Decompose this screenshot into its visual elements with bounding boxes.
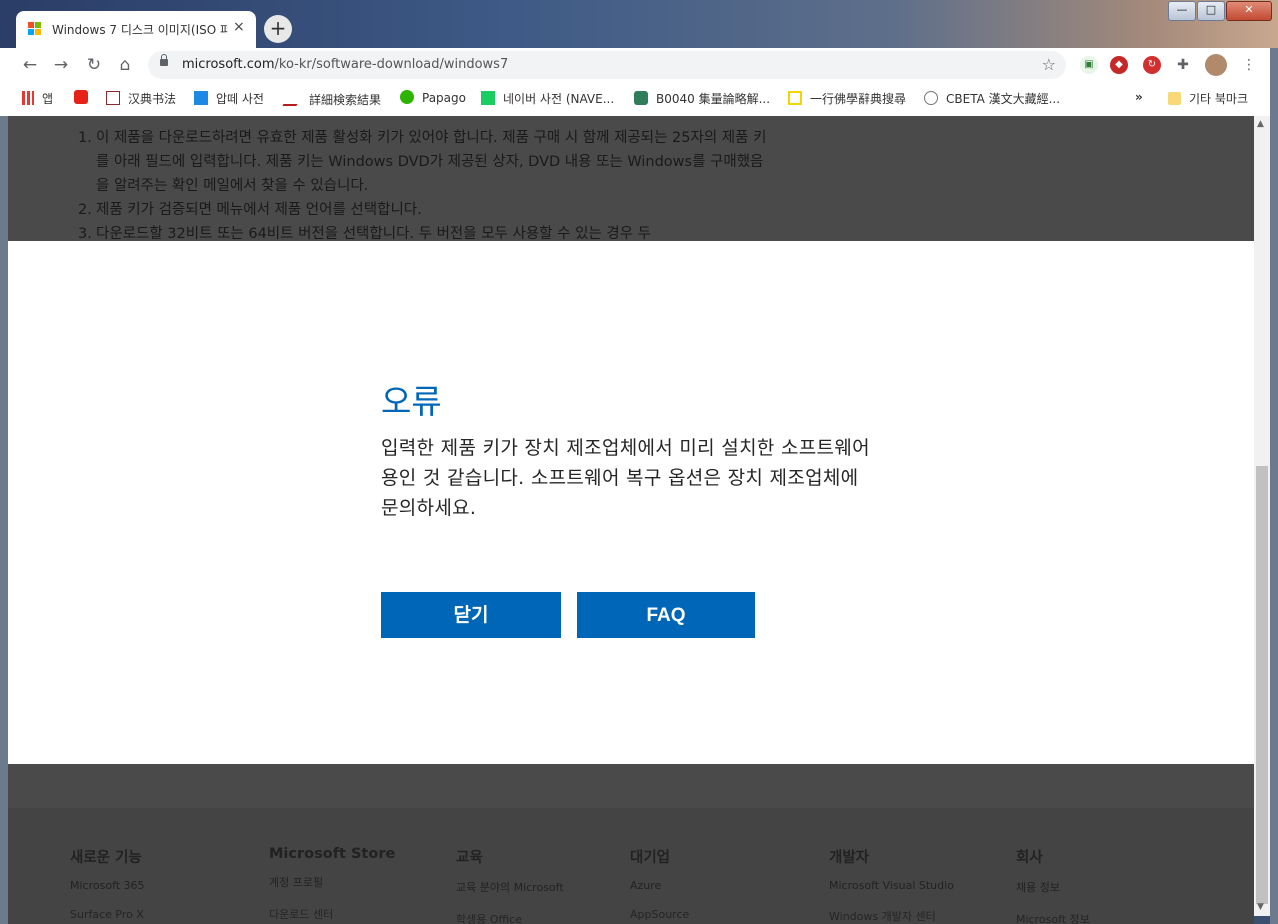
footer-link[interactable]: Surface Pro X [70,908,145,921]
extension-green-icon[interactable]: ▣ [1080,56,1098,74]
instruction-item: 2. 제품 키가 검증되면 메뉴에서 제품 언어를 선택합니다. [78,202,422,218]
tab-strip: Windows 7 디스크 이미지(ISO 파일) 다운로드 × + — □ ✕ [0,0,1278,48]
instruction-item: 1. 이 제품을 다운로드하려면 유효한 제품 활성화 키가 있어야 합니다. 제… [78,130,767,194]
back-button[interactable]: ← [19,54,41,76]
bookmarks-overflow-button[interactable]: » [1135,90,1143,108]
bookmark-other-folder[interactable]: 기타 북마크 [1168,90,1248,108]
dialog-message: 입력한 제품 키가 장치 제조업체에서 미리 설치한 소프트웨어용인 것 같습니… [381,437,870,519]
gear-green-icon [634,91,648,105]
footer-column: 대기업 Azure AppSource [630,846,689,921]
footer-heading: 교육 [456,850,483,866]
footer-column: 개발자 Microsoft Visual Studio Windows 개발자 … [829,846,954,924]
dimmed-background-text: 1. 이 제품을 다운로드하려면 유효한 제품 활성화 키가 있어야 합니다. 제… [8,116,1254,241]
footer-column: 교육 교육 분야의 Microsoft 학생용 Office [456,846,564,924]
minimize-button[interactable]: — [1168,1,1196,21]
reload-button[interactable]: ↻ [83,54,105,76]
footer-heading: Microsoft Store [269,846,396,862]
forward-button[interactable]: → [50,54,72,76]
footer-link[interactable]: Microsoft 365 [70,879,145,892]
profile-avatar[interactable] [1205,54,1227,76]
footer-column: 새로운 기능 Microsoft 365 Surface Pro X [70,846,145,921]
close-button[interactable]: 닫기 [381,592,561,638]
footer-heading: 새로운 기능 [70,850,142,866]
maximize-button[interactable]: □ [1197,1,1225,21]
extensions-puzzle-icon[interactable]: ✚ [1174,56,1192,74]
footer-link[interactable]: 채용 정보 [1016,879,1090,895]
window-close-button[interactable]: ✕ [1226,1,1272,21]
zdic-icon [106,91,120,105]
search-result-icon [282,90,306,106]
bookmark-detail-search[interactable]: 詳細検索結果 [282,90,381,108]
extension-red-icon[interactable]: ◆ [1110,56,1128,74]
page-content: 1. 이 제품을 다운로드하려면 유효한 제품 활성화 키가 있어야 합니다. 제… [8,116,1254,924]
address-bar[interactable]: microsoft.com/ko-kr/software-download/wi… [148,51,1066,79]
bookmark-star-icon[interactable]: ☆ [1042,55,1056,74]
footer-link[interactable]: 다운로드 센터 [269,906,395,922]
footer-heading: 대기업 [630,850,671,866]
vertical-scrollbar[interactable]: ▲ ▼ [1254,116,1270,916]
globe-icon [924,91,938,105]
error-dialog: 오류 입력한 제품 키가 장치 제조업체에서 미리 설치한 소프트웨어용인 것 … [8,241,1254,764]
instructions-list: 1. 이 제품을 다운로드하려면 유효한 제품 활성화 키가 있어야 합니다. 제… [78,126,768,241]
tab-title: Windows 7 디스크 이미지(ISO 파일) 다운로드 [52,23,228,37]
scroll-down-icon[interactable]: ▼ [1257,902,1264,912]
bookmark-zdic[interactable]: 汉典书法 [106,90,176,108]
papago-icon [400,90,414,104]
footer-link[interactable]: Azure [630,879,689,892]
apps-grid-icon [22,91,34,105]
footer-link[interactable]: Windows 개발자 센터 [829,908,954,924]
dialog-title: 오류 [381,382,442,421]
active-tab[interactable]: Windows 7 디스크 이미지(ISO 파일) 다운로드 × [16,11,256,48]
footer-link[interactable]: Microsoft 정보 [1016,911,1090,924]
lock-icon [160,54,168,66]
footer-link[interactable]: AppSource [630,908,689,921]
bookmarks-bar: 앱 汉典书法 압떼 사전 詳細検索結果 Papago 네이버 사전 (NAVE.… [0,82,1278,117]
bookmark-naver[interactable]: 네이버 사전 (NAVE... [481,90,614,108]
window-frame-left [0,116,8,924]
naver-icon [481,91,495,105]
footer-link[interactable]: 교육 분야의 Microsoft [456,879,564,895]
footer-link[interactable]: 계정 프로필 [269,874,395,890]
bookmark-papago[interactable]: Papago [400,90,466,108]
menu-kebab-icon[interactable]: ⋮ [1240,56,1258,74]
new-tab-button[interactable]: + [264,15,292,43]
faq-button[interactable]: FAQ [577,592,755,638]
footer-heading: 회사 [1016,850,1043,866]
yellow-symbol-icon [788,91,802,105]
footer-heading: 개발자 [829,850,870,866]
microsoft-logo-icon [28,22,42,36]
youtube-icon [74,90,88,104]
blue-square-icon [194,91,208,105]
footer-column: 회사 채용 정보 Microsoft 정보 [1016,846,1090,924]
scrollbar-thumb[interactable] [1256,466,1268,904]
url-text: microsoft.com/ko-kr/software-download/wi… [182,57,508,72]
bookmark-youtube[interactable] [74,90,96,108]
bookmark-cbeta[interactable]: CBETA 漢文大藏經... [924,90,1060,108]
browser-toolbar: ← → ↻ ⌂ microsoft.com/ko-kr/software-dow… [0,48,1278,82]
folder-icon [1168,92,1181,105]
bookmark-apps[interactable]: 앱 [22,90,53,108]
tab-close-icon[interactable]: × [233,19,245,35]
browser-window: Windows 7 디스크 이미지(ISO 파일) 다운로드 × + — □ ✕… [0,0,1278,924]
window-frame-right [1270,48,1278,924]
instruction-item: 3. 다운로드할 32비트 또는 64비트 버전을 선택합니다. 두 버전을 모두… [78,226,651,241]
url-host: microsoft.com [182,57,275,72]
scroll-up-icon[interactable]: ▲ [1257,119,1264,129]
home-button[interactable]: ⌂ [114,54,136,76]
footer-column: Microsoft Store 계정 프로필 다운로드 센터 [269,846,395,922]
bookmark-buddhist-dict[interactable]: 一行佛學辭典搜尋 [788,90,906,108]
footer-link[interactable]: Microsoft Visual Studio [829,879,954,892]
url-path: /ko-kr/software-download/windows7 [274,57,509,72]
bookmark-b0040[interactable]: B0040 集量論略解... [634,90,770,108]
footer-link[interactable]: 학생용 Office [456,911,564,924]
bookmark-dictionary[interactable]: 압떼 사전 [194,90,264,108]
extension-sync-icon[interactable]: ↻ [1143,56,1161,74]
